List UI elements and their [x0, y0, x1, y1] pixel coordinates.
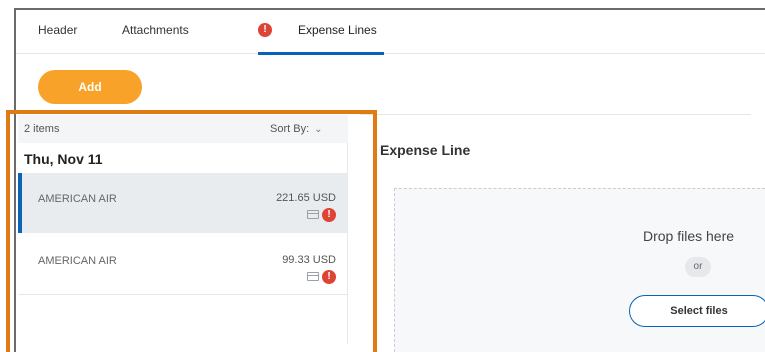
- expense-list-panel: 2 items Sort By: ⌄ Thu, Nov 11 AMERICAN A…: [18, 115, 348, 344]
- list-header: 2 items Sort By: ⌄: [18, 115, 348, 143]
- row-icons: !: [307, 206, 336, 224]
- list-item[interactable]: AMERICAN AIR 99.33 USD !: [18, 235, 348, 295]
- active-tab-underline: [258, 52, 384, 55]
- section-divider: [360, 114, 751, 115]
- selection-indicator: [18, 173, 22, 233]
- expense-line-title: Expense Line: [380, 142, 471, 158]
- expense-amount: 221.65 USD: [276, 192, 336, 204]
- tab-expense-lines-label: Expense Lines: [298, 23, 377, 37]
- tab-header[interactable]: Header: [38, 10, 77, 54]
- add-button[interactable]: Add: [38, 70, 142, 104]
- tab-attachments[interactable]: Attachments: [122, 10, 189, 54]
- merchant-name: AMERICAN AIR: [38, 255, 117, 267]
- credit-card-icon: [307, 272, 319, 282]
- date-group-heading: Thu, Nov 11: [24, 151, 103, 167]
- merchant-name: AMERICAN AIR: [38, 193, 117, 205]
- error-icon: !: [322, 269, 336, 284]
- error-icon: !: [322, 207, 336, 222]
- sort-by-label: Sort By:: [270, 123, 310, 135]
- row-icons: !: [307, 268, 336, 286]
- or-separator: or: [685, 257, 711, 277]
- list-item[interactable]: AMERICAN AIR 221.65 USD !: [18, 173, 348, 233]
- select-files-button[interactable]: Select files: [629, 295, 765, 327]
- expense-amount: 99.33 USD: [282, 254, 336, 266]
- sort-by-dropdown[interactable]: Sort By: ⌄: [270, 123, 323, 135]
- drop-files-text: Drop files here: [643, 228, 735, 244]
- items-count: 2 items: [24, 123, 60, 135]
- chevron-down-icon: ⌄: [314, 124, 323, 135]
- credit-card-icon: [307, 210, 319, 220]
- file-drop-zone[interactable]: Drop files here or Select files: [394, 188, 765, 352]
- error-icon: !: [258, 23, 272, 37]
- tab-bar: Header Attachments ! Expense Lines: [16, 10, 765, 55]
- tab-expense-lines[interactable]: ! Expense Lines: [258, 10, 384, 55]
